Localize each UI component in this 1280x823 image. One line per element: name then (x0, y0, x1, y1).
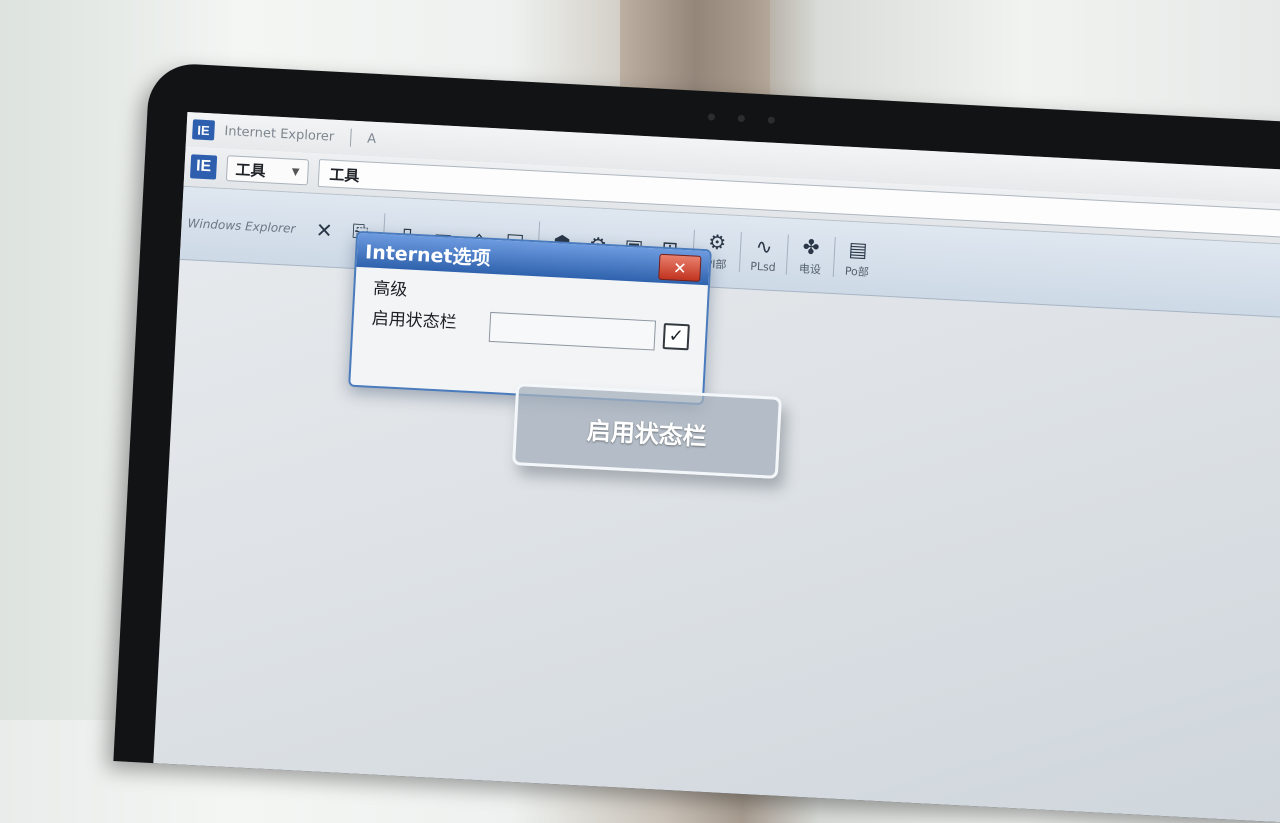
title-divider (349, 128, 352, 147)
window-title: Internet Explorer (224, 123, 335, 145)
tools-dropdown-value: 工具 (235, 160, 266, 180)
status-bar-tooltip: 启用状态栏 (512, 383, 782, 479)
gear-icon: ⚙ (707, 229, 727, 255)
toolbar-divider (738, 232, 742, 273)
chart-button-caption: PLsd (749, 259, 777, 274)
close-icon: ✕ (672, 257, 688, 278)
ie-brand-icon[interactable]: IE (189, 154, 218, 180)
chart-icon: ∿ (755, 233, 774, 259)
toolbar-label: Windows Explorer (187, 216, 296, 236)
tools-icon: ✤ (802, 234, 821, 260)
webcam-dot (737, 114, 746, 123)
webcam-dot (767, 116, 775, 124)
cut-button[interactable]: ✕ (308, 207, 340, 255)
advanced-section-label: 高级 (372, 278, 408, 301)
internet-options-dialog: Internet选项 ✕ 高级 启用状态栏 ✓ (348, 230, 712, 406)
close-button[interactable]: ✕ (658, 253, 702, 282)
toolbar-divider (832, 237, 836, 278)
tools-button-caption: 电设 (798, 262, 822, 277)
print-button-caption: Po部 (844, 264, 870, 279)
status-bar-option-label: 启用状态栏 (371, 308, 458, 334)
chevron-down-icon: ▼ (291, 166, 300, 178)
tools-button[interactable]: ✤ 电设 (794, 232, 826, 280)
cut-icon: ✕ (315, 217, 334, 243)
webcam-dot (707, 113, 716, 121)
checkmark-icon: ✓ (668, 325, 685, 348)
ie-logo-icon: IE (192, 119, 216, 141)
title-extra: A (366, 130, 377, 147)
dialog-title: Internet选项 (364, 240, 492, 270)
toolbar-divider (785, 234, 789, 275)
print-button[interactable]: ▤ Po部 (841, 235, 873, 283)
address-text: 工具 (328, 165, 360, 185)
chart-button[interactable]: ∿ PLsd (748, 230, 780, 278)
print-icon: ▤ (847, 236, 869, 262)
tools-dropdown[interactable]: 工具 ▼ (225, 155, 310, 186)
status-bar-checkbox[interactable]: ✓ (662, 323, 690, 351)
tooltip-text: 启用状态栏 (586, 416, 708, 451)
status-bar-option-field[interactable] (488, 311, 657, 351)
